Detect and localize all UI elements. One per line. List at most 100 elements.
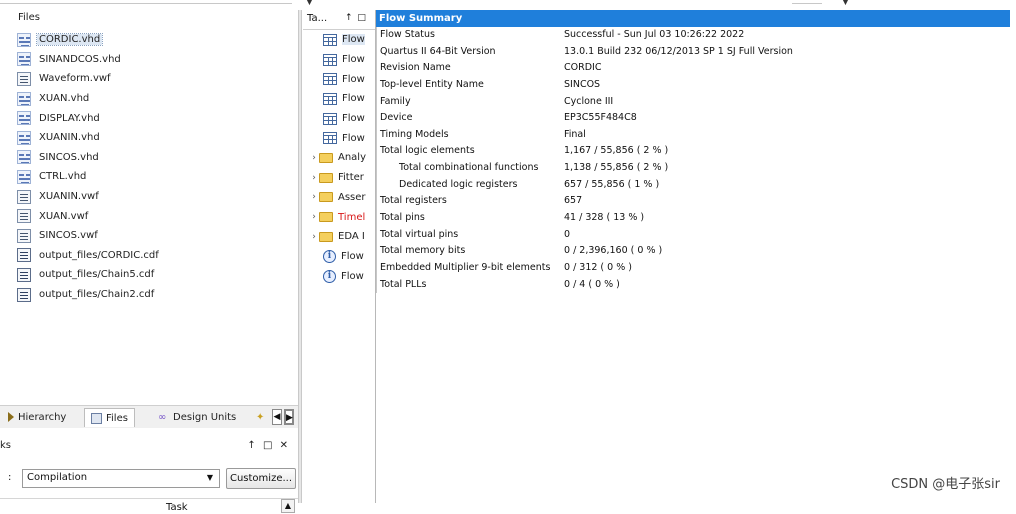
chevron-right-icon[interactable]: › xyxy=(309,192,319,202)
tab-hierarchy[interactable]: Hierarchy xyxy=(8,408,66,426)
panel-window-controls[interactable]: ↑ □ ✕ xyxy=(247,440,290,451)
toc-item[interactable]: Flow xyxy=(303,89,375,109)
tasks-panel-title: ks xyxy=(0,440,12,451)
toc-item[interactable]: › Analy xyxy=(303,148,375,168)
file-row[interactable]: SINCOS.vhd xyxy=(17,148,161,168)
summary-key: Total virtual pins xyxy=(380,228,459,240)
summary-key: Top-level Entity Name xyxy=(380,78,484,90)
toc-item-label: Flow xyxy=(342,73,365,85)
scroll-up-icon[interactable]: ▲ xyxy=(281,499,295,513)
toc-item[interactable]: Flow xyxy=(303,128,375,148)
table-icon xyxy=(323,53,337,66)
tab-hierarchy-label: Hierarchy xyxy=(18,411,67,423)
table-icon xyxy=(323,92,337,105)
summary-value: 1,138 / 55,856 ( 2 % ) xyxy=(564,162,669,174)
toc-item[interactable]: i Flow xyxy=(303,247,375,267)
file-row[interactable]: CTRL.vhd xyxy=(17,167,161,187)
summary-row: Timing Models Final xyxy=(377,127,1010,144)
summary-key: Total registers xyxy=(380,195,447,207)
toc-list: Flow Flow Flow Flow Flow Flow › Analy › Fitter › As… xyxy=(303,30,375,286)
task-column-header[interactable]: Task ▲ xyxy=(0,498,298,514)
file-row[interactable]: output_files/Chain5.cdf xyxy=(17,265,161,285)
tab-scroll-right-icon[interactable]: ▶ xyxy=(284,409,294,425)
file-name: CORDIC.vhd xyxy=(35,33,104,47)
toc-item[interactable]: › Asser xyxy=(303,188,375,208)
summary-row: Revision Name CORDIC xyxy=(377,60,1010,77)
toc-item[interactable]: Flow xyxy=(303,50,375,70)
flow-select[interactable]: Compilation ▼ xyxy=(22,469,220,488)
file-row[interactable]: output_files/CORDIC.cdf xyxy=(17,246,161,266)
file-row[interactable]: CORDIC.vhd xyxy=(17,30,161,50)
customize-button[interactable]: Customize... xyxy=(226,468,296,489)
toc-item[interactable]: Flow xyxy=(303,30,375,50)
waveform-file-icon xyxy=(17,189,31,204)
tab-files[interactable]: Files xyxy=(84,408,135,427)
chevron-right-icon[interactable]: › xyxy=(309,232,319,242)
chevron-right-icon[interactable]: › xyxy=(309,212,319,222)
summary-value: CORDIC xyxy=(564,62,602,74)
flow-select-value: Compilation xyxy=(27,472,88,483)
file-row[interactable]: XUAN.vwf xyxy=(17,206,161,226)
summary-value: 0 / 312 ( 0 % ) xyxy=(564,261,632,273)
file-name: SINCOS.vhd xyxy=(39,151,99,163)
toc-item[interactable]: › Fitter xyxy=(303,168,375,188)
toc-item[interactable]: › Timel xyxy=(303,207,375,227)
chevron-down-icon[interactable]: ▼ xyxy=(306,0,313,7)
file-row[interactable]: DISPLAY.vhd xyxy=(17,108,161,128)
toc-header: Ta... ↑ □ xyxy=(303,10,375,30)
info-icon: i xyxy=(323,249,336,263)
toc-item[interactable]: Flow xyxy=(303,109,375,129)
file-row[interactable]: Waveform.vwf xyxy=(17,69,161,89)
vhdl-file-icon xyxy=(17,32,31,47)
file-row[interactable]: SINANDCOS.vhd xyxy=(17,50,161,70)
toc-item[interactable]: i Flow xyxy=(303,266,375,286)
tab-design-units[interactable]: ∞ Design Units xyxy=(158,408,236,426)
toc-item-label: Flow xyxy=(341,270,364,282)
toc-item[interactable]: Flow xyxy=(303,69,375,89)
file-row[interactable]: XUANIN.vhd xyxy=(17,128,161,148)
file-name: output_files/Chain2.cdf xyxy=(39,289,155,301)
toc-item-label: Flow xyxy=(342,34,365,46)
summary-row: Device EP3C55F484C8 xyxy=(377,110,1010,127)
summary-key: Quartus II 64-Bit Version xyxy=(380,45,496,57)
chevron-right-icon[interactable]: › xyxy=(309,173,319,183)
file-row[interactable]: XUANIN.vwf xyxy=(17,187,161,207)
summary-row: Total combinational functions 1,138 / 55,… xyxy=(377,160,1010,177)
files-icon xyxy=(91,412,102,424)
vhdl-file-icon xyxy=(17,52,31,67)
ip-components-icon[interactable]: ✦ xyxy=(256,408,264,426)
toc-title: Ta... xyxy=(307,13,328,24)
divider xyxy=(792,3,822,4)
summary-value: 13.0.1 Build 232 06/12/2013 SP 1 SJ Full… xyxy=(564,45,793,57)
summary-key: Total combinational functions xyxy=(399,162,539,174)
file-row[interactable]: output_files/Chain2.cdf xyxy=(17,285,161,305)
folder-icon xyxy=(319,212,333,223)
tab-scroll-left-icon[interactable]: ◀ xyxy=(272,409,282,425)
summary-row: Flow Status Successful - Sun Jul 03 10:26… xyxy=(377,27,1010,44)
file-name: SINCOS.vwf xyxy=(39,230,98,242)
waveform-file-icon xyxy=(17,71,31,86)
file-name: XUAN.vwf xyxy=(39,210,89,222)
summary-key: Total logic elements xyxy=(380,145,475,157)
flow-summary-table: Flow Status Successful - Sun Jul 03 10:26… xyxy=(376,27,1010,294)
file-row[interactable]: SINCOS.vwf xyxy=(17,226,161,246)
report-table-of-contents: Ta... ↑ □ Flow Flow Flow Flow Flow Flow › Analy… xyxy=(303,10,376,503)
panel-window-controls[interactable]: ↑ □ xyxy=(345,13,367,23)
vhdl-file-icon xyxy=(17,150,31,165)
toc-item-label: Flow xyxy=(342,54,365,66)
chevron-right-icon[interactable]: › xyxy=(309,153,319,163)
chevron-down-icon[interactable]: ▼ xyxy=(842,0,849,7)
project-navigator: Files CORDIC.vhd SINANDCOS.vhd Waveform.vw… xyxy=(0,10,298,513)
panel-splitter[interactable] xyxy=(298,10,302,503)
summary-row: Total pins 41 / 328 ( 13 % ) xyxy=(377,210,1010,227)
hierarchy-icon xyxy=(8,412,14,422)
file-row[interactable]: XUAN.vhd xyxy=(17,89,161,109)
toc-item[interactable]: › EDA I xyxy=(303,227,375,247)
summary-value: Final xyxy=(564,128,586,140)
chevron-down-icon: ▼ xyxy=(206,473,213,482)
toc-item-label: EDA I xyxy=(338,231,365,243)
summary-row: Total PLLs 0 / 4 ( 0 % ) xyxy=(377,277,1010,294)
summary-key: Dedicated logic registers xyxy=(399,178,518,190)
folder-icon xyxy=(319,192,333,203)
summary-value: 0 / 4 ( 0 % ) xyxy=(564,278,620,290)
